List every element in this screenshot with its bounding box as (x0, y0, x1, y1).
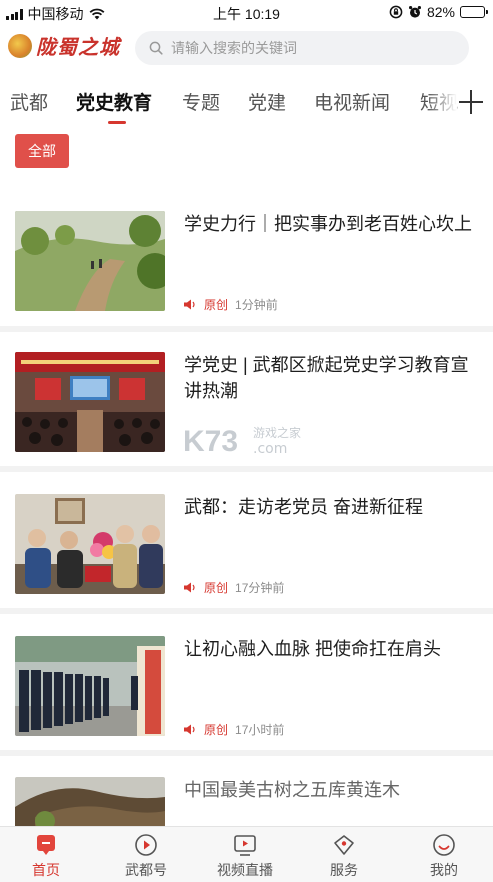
separator (0, 750, 493, 756)
nav-wudu-hao[interactable]: 武都号 (106, 833, 186, 880)
tab-party-building[interactable]: 党建 (248, 88, 286, 115)
search-bar[interactable] (135, 31, 469, 65)
separator (0, 466, 493, 472)
video-icon (234, 835, 256, 856)
orchard-hillside-photo (15, 211, 165, 311)
separator (0, 326, 493, 332)
nav-label: 服务 (330, 862, 358, 878)
logo-text: 陇蜀之城 (36, 35, 120, 59)
auditorium-meeting-photo (15, 352, 165, 452)
tabs-fade (427, 82, 457, 126)
speaker-icon (184, 582, 195, 593)
nav-label: 我的 (430, 862, 458, 878)
nav-service[interactable]: 服务 (304, 833, 384, 880)
nav-video-live[interactable]: 视频直播 (205, 833, 285, 880)
app-logo[interactable]: 陇蜀之城 (8, 31, 120, 60)
news-meta: 原创 17小时前 (184, 721, 284, 738)
filter-all-button[interactable]: 全部 (15, 134, 69, 168)
search-input[interactable] (171, 40, 441, 56)
nav-profile[interactable]: 我的 (404, 833, 484, 880)
news-time: 1分钟前 (235, 298, 278, 312)
news-source: 原创 (204, 581, 229, 595)
nav-home[interactable]: 首页 (6, 833, 86, 880)
category-tabs: 武都 党史教育 专题 党建 电视新闻 短视 (0, 82, 493, 126)
news-title: 让初心融入血脉 把使命扛在肩头 (184, 639, 441, 659)
news-time: 17小时前 (235, 723, 285, 737)
rotation-lock-icon (389, 5, 403, 19)
news-time: 17分钟前 (235, 581, 285, 595)
service-icon (334, 835, 354, 855)
news-source: 原创 (204, 298, 229, 312)
bottom-navigation: 首页 武都号 视频直播 服务 我的 (0, 826, 493, 882)
news-title: 中国最美古树之五库黄连木 (184, 780, 400, 800)
logo-emblem-icon (8, 33, 32, 58)
news-title: 学党史 | 武都区掀起党史学习教育宣讲热潮 (184, 355, 469, 401)
search-icon (149, 41, 163, 55)
alarm-icon (408, 6, 421, 18)
battery-icon (460, 6, 488, 18)
nav-label: 首页 (32, 862, 60, 878)
add-channel-icon[interactable] (459, 90, 483, 114)
play-circle-icon (135, 834, 157, 856)
profile-icon (433, 834, 455, 856)
tab-tv-news[interactable]: 电视新闻 (314, 88, 390, 115)
tab-wudu[interactable]: 武都 (10, 88, 48, 115)
news-title: 学史力行｜把实事办到老百姓心坎上 (184, 214, 472, 234)
home-icon (37, 835, 55, 855)
news-meta: 原创 17分钟前 (184, 579, 284, 596)
news-meta: 原创 1分钟前 (184, 296, 278, 313)
speaker-icon (184, 724, 195, 735)
app-header: 陇蜀之城 (0, 28, 493, 68)
battery-percent: 82% (426, 4, 455, 20)
speaker-icon (184, 299, 195, 310)
active-tab-indicator (108, 121, 126, 124)
status-right: 82% (389, 4, 488, 20)
tab-party-history[interactable]: 党史教育 (76, 88, 152, 115)
news-item[interactable]: 中国最美古树之五库黄连木 (0, 777, 493, 826)
nav-label: 武都号 (125, 862, 167, 878)
separator (0, 608, 493, 614)
news-source: 原创 (204, 723, 229, 737)
tab-topics[interactable]: 专题 (182, 88, 220, 115)
uniformed-lineup-photo (15, 636, 165, 736)
news-title: 武都：走访老党员 奋进新征程 (184, 497, 423, 517)
nav-label: 视频直播 (217, 862, 273, 878)
status-bar: 中国移动 上午 10:19 82% (0, 0, 493, 26)
visiting-veterans-photo (15, 494, 165, 594)
ancient-tree-photo (15, 777, 165, 826)
